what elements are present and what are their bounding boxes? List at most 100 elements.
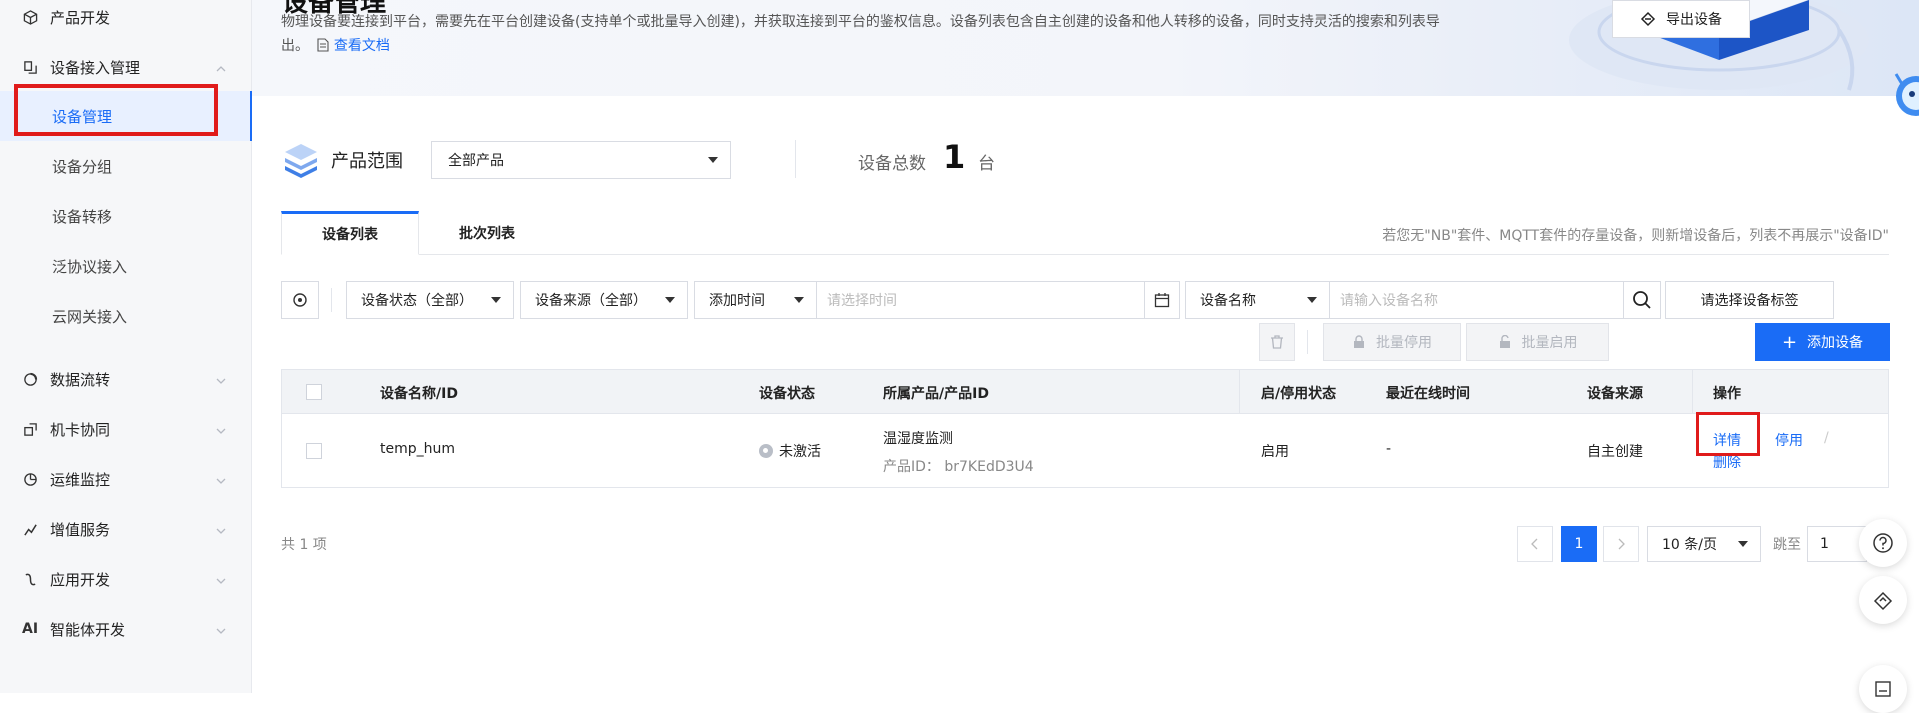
chevron-up-icon — [216, 62, 226, 72]
page-size-select[interactable]: 10 条/页 — [1647, 526, 1761, 562]
jump-page-input[interactable]: 1 — [1807, 526, 1867, 562]
device-name[interactable]: temp_hum — [380, 441, 455, 457]
last-online-time: - — [1386, 441, 1392, 457]
device-source-select[interactable]: 设备来源（全部） — [520, 281, 688, 319]
time-range-placeholder: 请选择时间 — [827, 293, 897, 309]
column-header-product: 所属产品/产品ID — [883, 386, 989, 402]
sidebar-item-device-transfer[interactable]: 设备转移 — [0, 191, 252, 241]
column-divider — [1239, 370, 1240, 414]
sidebar-item-card-sync[interactable]: 机卡协同 — [0, 404, 252, 454]
jump-page-value: 1 — [1820, 536, 1829, 552]
sidebar-item-label: 云网关接入 — [52, 307, 128, 326]
device-tag-select[interactable]: 请选择设备标签 — [1665, 281, 1834, 319]
sidebar-item-label: 应用开发 — [50, 570, 111, 589]
sidebar-item-device-management[interactable]: 设备管理 — [0, 91, 252, 141]
sidebar-item-product-dev[interactable]: 产品开发 — [0, 0, 252, 42]
document-icon — [317, 38, 333, 54]
time-type-select[interactable]: 添加时间 — [694, 281, 817, 319]
sidebar-item-label: 产品开发 — [50, 8, 111, 27]
menu-icon — [1875, 681, 1891, 697]
caret-down-icon — [1307, 297, 1317, 303]
disable-link[interactable]: 停用 — [1775, 430, 1803, 450]
sidebar-item-cloud-gateway[interactable]: 云网关接入 — [0, 291, 252, 341]
divider — [331, 288, 332, 312]
sidebar-item-device-group[interactable]: 设备分组 — [0, 141, 252, 191]
prev-page-button[interactable] — [1517, 526, 1553, 562]
device-status-select[interactable]: 设备状态（全部） — [346, 281, 514, 319]
mascot-icon[interactable] — [1892, 66, 1919, 128]
sidebar-item-app-dev[interactable]: 应用开发 — [0, 554, 252, 604]
sidebar-item-label: 设备管理 — [52, 107, 113, 126]
sidebar-item-label: 数据流转 — [50, 370, 111, 389]
page-button-current[interactable]: 1 — [1561, 526, 1597, 562]
sidebar-item-label: 设备转移 — [52, 207, 113, 226]
column-header-last-online: 最近在线时间 — [1386, 386, 1470, 402]
caret-down-icon — [665, 297, 675, 303]
select-all-checkbox[interactable] — [306, 384, 322, 400]
column-divider — [1692, 370, 1693, 414]
column-header-source: 设备来源 — [1587, 386, 1643, 402]
batch-enable-button[interactable]: 批量启用 — [1466, 323, 1609, 361]
sidebar-item-label: 运维监控 — [50, 470, 111, 489]
calendar-button[interactable] — [1144, 281, 1180, 319]
sidebar-item-agent-dev[interactable]: AI 智能体开发 — [0, 604, 252, 654]
refresh-button[interactable] — [281, 281, 319, 319]
sidebar-item-ops-monitor[interactable]: 运维监控 — [0, 454, 252, 504]
batch-disable-label: 批量停用 — [1376, 335, 1432, 351]
device-name-placeholder: 请输入设备名称 — [1340, 293, 1438, 309]
search-button[interactable] — [1623, 281, 1661, 319]
sidebar-item-label: 设备分组 — [52, 157, 113, 176]
device-status-select-value: 设备状态（全部） — [361, 293, 473, 309]
description-text: 物理设备要连接到平台，需要先在平台创建设备(支持单个或批量导入创建)，并获取连接… — [281, 14, 1440, 54]
sidebar-item-label: 增值服务 — [50, 520, 111, 539]
device-tag-placeholder: 请选择设备标签 — [1700, 293, 1799, 309]
plus-icon: + — [1781, 331, 1798, 353]
detail-link[interactable]: 详情 — [1713, 430, 1741, 450]
column-header-enabled: 启/停用状态 — [1261, 386, 1337, 402]
device-source-select-value: 设备来源（全部） — [535, 293, 647, 309]
tab-batch-list[interactable]: 批次列表 — [419, 211, 555, 255]
feedback-icon — [1873, 591, 1893, 611]
device-table: 设备名称/ID 设备状态 所属产品/产品ID 启/停用状态 最近在线时间 设备来… — [281, 369, 1889, 488]
monitor-icon — [22, 471, 38, 487]
sidebar: 产品开发 设备接入管理 设备管理 设备分组 设备转移 泛协议接入 云网关接入 数… — [0, 0, 252, 693]
delete-batch-button[interactable] — [1259, 323, 1295, 361]
value-added-icon — [22, 521, 38, 537]
help-button[interactable] — [1859, 519, 1907, 567]
chevron-right-icon — [1618, 538, 1625, 550]
action-separator: / — [1824, 430, 1829, 446]
row-checkbox[interactable] — [306, 443, 322, 459]
device-total-unit: 台 — [978, 154, 995, 174]
time-range-input[interactable]: 请选择时间 — [816, 281, 1146, 319]
menu-button[interactable] — [1859, 665, 1907, 713]
lock-icon — [1354, 335, 1364, 348]
help-icon — [1873, 533, 1893, 553]
caret-down-icon — [1738, 541, 1748, 547]
table-header: 设备名称/ID 设备状态 所属产品/产品ID 启/停用状态 最近在线时间 设备来… — [282, 370, 1888, 414]
delete-link[interactable]: 删除 — [1713, 452, 1741, 472]
chevron-down-icon — [216, 574, 226, 584]
name-type-select[interactable]: 设备名称 — [1185, 281, 1330, 319]
sidebar-item-data-flow[interactable]: 数据流转 — [0, 354, 252, 404]
batch-disable-button[interactable]: 批量停用 — [1323, 323, 1461, 361]
export-devices-label: 导出设备 — [1666, 12, 1722, 28]
feedback-button[interactable] — [1859, 576, 1907, 624]
device-source: 自主创建 — [1587, 444, 1643, 460]
sidebar-item-value-added[interactable]: 增值服务 — [0, 504, 252, 554]
add-device-button[interactable]: + 添加设备 — [1755, 323, 1890, 361]
tab-device-list[interactable]: 设备列表 — [281, 211, 419, 255]
search-icon — [1633, 291, 1651, 309]
total-items: 共 1 项 — [281, 537, 327, 553]
product-select[interactable]: 全部产品 — [431, 141, 731, 179]
sidebar-item-device-access[interactable]: 设备接入管理 — [0, 42, 252, 92]
sidebar-item-label: 设备接入管理 — [50, 58, 141, 77]
sidebar-item-generic-protocol[interactable]: 泛协议接入 — [0, 241, 252, 291]
device-name-search-input[interactable]: 请输入设备名称 — [1329, 281, 1624, 319]
inactive-status-icon — [759, 444, 773, 458]
next-page-button[interactable] — [1603, 526, 1639, 562]
view-docs-link[interactable]: 查看文档 — [334, 38, 390, 54]
caret-down-icon — [794, 297, 804, 303]
export-devices-button[interactable]: 导出设备 — [1612, 0, 1750, 38]
column-header-name: 设备名称/ID — [380, 386, 458, 402]
product-id-line: 产品ID： br7KEdD3U4 — [883, 456, 1034, 476]
